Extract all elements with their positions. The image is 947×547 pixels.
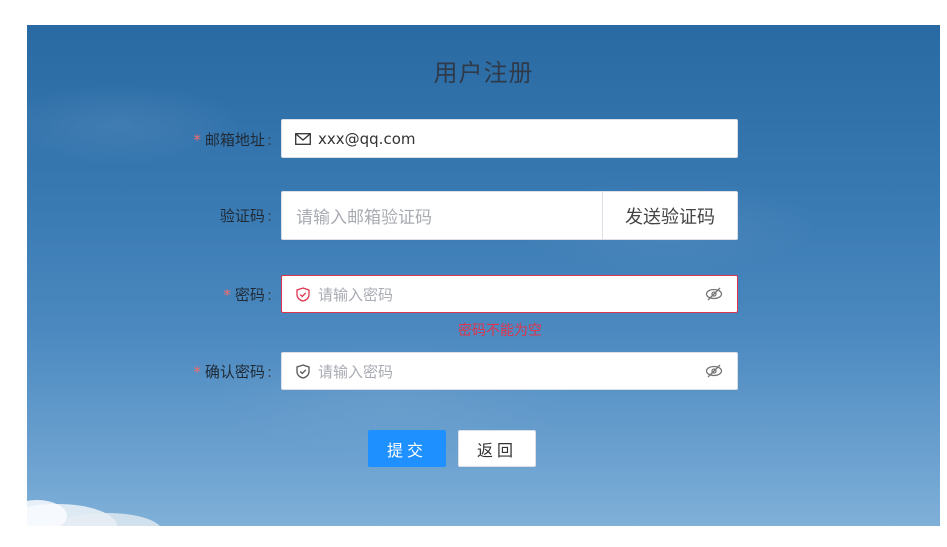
email-label: * 邮箱地址: (27, 129, 272, 149)
code-label: 验证码: (27, 205, 272, 225)
code-placeholder: 请输入邮箱验证码 (296, 208, 432, 228)
label-colon: : (266, 207, 272, 225)
eye-off-icon[interactable] (705, 285, 723, 303)
shield-icon (294, 362, 312, 380)
required-mark: * (193, 131, 201, 149)
password-placeholder: 请输入密码 (318, 285, 394, 304)
password-label-text: 密码 (234, 286, 265, 304)
back-button[interactable]: 返回 (458, 430, 536, 467)
email-label-text: 邮箱地址 (204, 131, 265, 149)
registration-panel: 用户注册 * 邮箱地址: xxx@qq.com 验证码: 请输入邮箱验证码 发送验… (27, 25, 940, 526)
email-field[interactable]: xxx@qq.com (281, 119, 738, 158)
password-label: * 密码: (27, 284, 272, 304)
shield-icon (294, 285, 312, 303)
required-mark: * (223, 286, 231, 304)
label-colon: : (266, 286, 272, 304)
confirm-password-field[interactable]: 请输入密码 (281, 352, 738, 390)
cloud-decoration (27, 500, 160, 526)
confirm-label-text: 确认密码 (204, 363, 265, 381)
submit-button[interactable]: 提交 (368, 430, 446, 467)
eye-off-icon[interactable] (705, 362, 723, 380)
label-colon: : (266, 363, 272, 381)
send-code-button[interactable]: 发送验证码 (602, 192, 737, 239)
label-colon: : (266, 131, 272, 149)
confirm-password-placeholder: 请输入密码 (318, 362, 394, 381)
mail-icon (294, 130, 312, 148)
code-field[interactable]: 请输入邮箱验证码 发送验证码 (281, 191, 738, 240)
confirm-password-label: * 确认密码: (27, 361, 272, 381)
password-field[interactable]: 请输入密码 (281, 275, 738, 313)
required-mark: * (193, 363, 201, 381)
code-label-text: 验证码 (219, 207, 265, 225)
email-value: xxx@qq.com (318, 129, 416, 148)
password-error: 密码不能为空 (458, 323, 542, 339)
page-title: 用户注册 (433, 59, 534, 87)
